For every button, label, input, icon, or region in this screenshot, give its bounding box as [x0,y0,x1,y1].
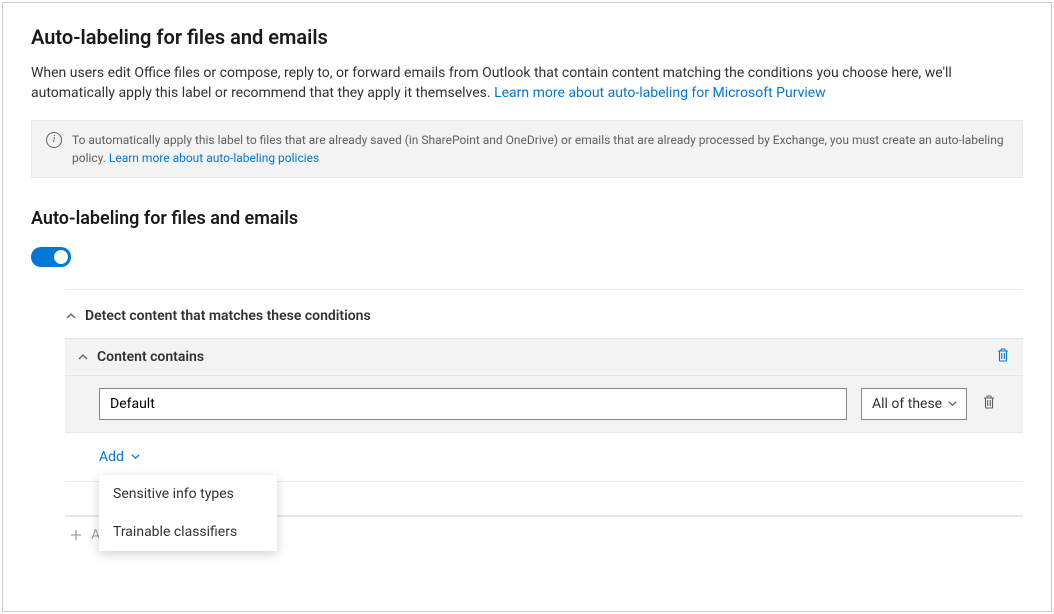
add-label: Add [99,449,124,465]
add-row: Add Sensitive info types Trainable class… [65,433,1023,482]
add-dropdown: Sensitive info types Trainable classifie… [99,475,277,551]
delete-panel-button[interactable] [995,347,1011,367]
group-row: All of these [65,376,1023,433]
intro-paragraph: When users edit Office files or compose,… [31,63,1023,104]
info-icon: i [46,132,62,148]
chevron-up-icon [65,310,77,322]
delete-group-button[interactable] [981,394,997,414]
divider [65,289,1023,290]
menu-trainable-classifiers[interactable]: Trainable classifiers [99,513,277,551]
auto-labeling-toggle[interactable] [31,247,71,267]
page-title: Auto-labeling for files and emails [31,25,1023,49]
info-text-wrap: To automatically apply this label to fil… [72,131,1008,167]
content-contains-panel: Content contains All of these [65,338,1023,517]
operator-select[interactable]: All of these [861,388,967,420]
panel-header: Content contains [65,339,1023,376]
add-button[interactable]: Add [99,449,141,465]
operator-value: All of these [872,396,942,412]
chevron-down-icon [130,451,141,462]
detect-conditions-label: Detect content that matches these condit… [85,308,371,324]
group-name-input[interactable] [99,388,847,420]
menu-sensitive-info-types[interactable]: Sensitive info types [99,475,277,513]
plus-icon [69,528,83,542]
page-frame: Auto-labeling for files and emails When … [2,2,1052,612]
content-area: Auto-labeling for files and emails When … [3,3,1051,546]
indented-region: Detect content that matches these condit… [31,289,1023,546]
chevron-down-icon [947,398,958,409]
detect-conditions-expander[interactable]: Detect content that matches these condit… [65,308,1023,324]
info-bar: i To automatically apply this label to f… [31,120,1023,178]
section-heading: Auto-labeling for files and emails [31,208,1023,229]
chevron-up-icon[interactable] [77,351,89,363]
learn-more-policies-link[interactable]: Learn more about auto-labeling policies [109,151,319,165]
learn-more-purview-link[interactable]: Learn more about auto-labeling for Micro… [494,85,826,101]
panel-title: Content contains [97,349,987,365]
